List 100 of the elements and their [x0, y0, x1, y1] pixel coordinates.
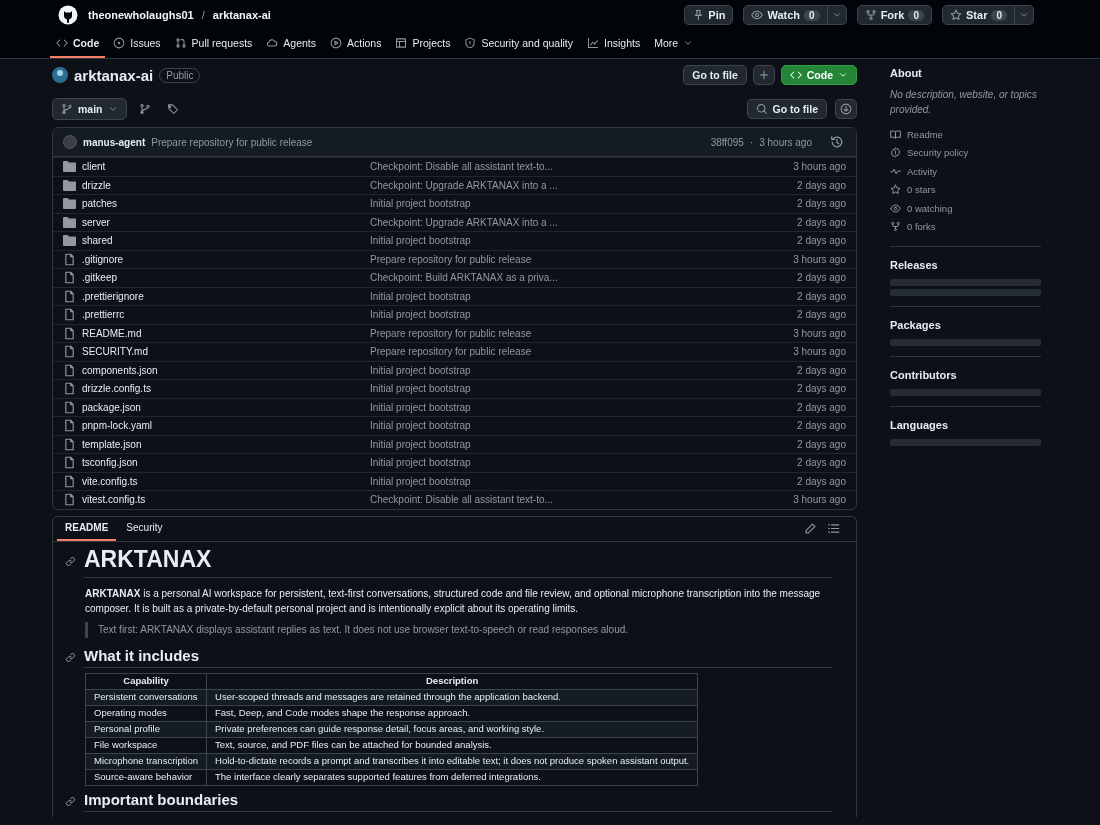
commit-message[interactable]: Initial project bootstrap [370, 420, 792, 432]
commit-message[interactable]: Initial project bootstrap [370, 475, 792, 487]
code-button[interactable]: Code [780, 65, 857, 85]
add-file-button[interactable] [752, 65, 775, 85]
section-heading[interactable]: Contributors [890, 369, 1041, 381]
branch-icon [61, 103, 73, 115]
commit-message[interactable]: Initial project bootstrap [370, 290, 792, 302]
section-heading[interactable]: Releases [890, 259, 1041, 271]
column-header: Description [206, 673, 698, 689]
commit-message[interactable]: Initial project bootstrap [370, 457, 792, 469]
repo-tab[interactable]: Code [50, 30, 106, 58]
commit-time: 3 hours ago [793, 494, 846, 506]
commit-message[interactable]: Checkpoint: Disable all assistant text-to... [370, 161, 788, 173]
file-name[interactable]: drizzle [82, 179, 364, 191]
download-button[interactable] [835, 99, 857, 119]
commit-message[interactable]: Initial project bootstrap [370, 438, 792, 450]
file-name[interactable]: vitest.config.ts [82, 494, 364, 506]
file-name[interactable]: vite.config.ts [82, 475, 364, 487]
section-heading[interactable]: Packages [890, 319, 1041, 331]
about-link[interactable]: Security policy [907, 147, 969, 159]
graph-icon [587, 37, 600, 49]
commit-message[interactable]: Checkpoint: Build ARKTANAX as a priva... [370, 272, 792, 284]
owner-link[interactable]: theonewholaughs01 [88, 9, 194, 21]
about-heading: About [890, 67, 923, 79]
commit-time: 3 hours ago [793, 161, 846, 173]
repo-action-button[interactable]: Star 0 [942, 5, 1015, 25]
commit-message[interactable]: Prepare repository for public release [370, 327, 788, 339]
file-name[interactable]: tsconfig.json [82, 457, 364, 469]
file-name[interactable]: package.json [82, 401, 364, 413]
repo-tab[interactable]: Insights [581, 30, 647, 58]
repo-tab[interactable]: More [648, 30, 700, 58]
file-name[interactable]: drizzle.config.ts [82, 383, 364, 395]
repo-tab[interactable]: Projects [389, 30, 457, 58]
file-name[interactable]: template.json [82, 438, 364, 450]
file-icon [63, 326, 76, 340]
commit-message[interactable]: Initial project bootstrap [370, 198, 792, 210]
about-link[interactable]: 0 watching [907, 202, 953, 214]
commit-message[interactable]: Prepare repository for public release [370, 253, 788, 265]
commit-message[interactable]: Initial project bootstrap [370, 235, 792, 247]
code-icon [56, 37, 68, 49]
commit-message[interactable]: Initial project bootstrap [370, 383, 792, 395]
about-link[interactable]: 0 forks [907, 221, 936, 233]
file-name[interactable]: components.json [82, 364, 364, 376]
file-name[interactable]: README.md [82, 327, 364, 339]
commit-sha[interactable]: 38ff095 [710, 136, 744, 148]
commit-message[interactable]: Initial project bootstrap [370, 309, 792, 321]
commit-message[interactable]: Checkpoint: Upgrade ARKTANAX into a ... [370, 179, 792, 191]
repo-action-button[interactable]: Pin [684, 5, 734, 25]
note-quote: Text first: ARKTANAX displays assistant replies as text. It does not use browser text-to-speech or read responses aloud. [85, 621, 832, 638]
link-icon [65, 651, 76, 663]
file-name[interactable]: server [82, 216, 364, 228]
go-to-file-button[interactable]: Go to file [683, 65, 747, 85]
about-link[interactable]: 0 stars [907, 184, 936, 196]
commit-time: 3 hours ago [793, 253, 846, 265]
commit-time: 2 days ago [797, 309, 846, 321]
folder-icon [63, 235, 76, 247]
repo-tab[interactable]: Issues [107, 30, 167, 58]
file-name[interactable]: .prettierrc [82, 309, 364, 321]
file-name[interactable]: .gitignore [82, 253, 364, 265]
commit-message[interactable]: Checkpoint: Upgrade ARKTANAX into a ... [370, 216, 792, 228]
table-cell: Text, source, and PDF files can be attached for bounded analysis. [206, 737, 698, 753]
branch-selector[interactable]: main [52, 98, 127, 120]
repo-tab[interactable]: Security and quality [458, 30, 580, 58]
commit-message[interactable]: Initial project bootstrap [370, 401, 792, 413]
commit-time: 2 days ago [797, 179, 846, 191]
count-badge: 0 [804, 9, 820, 21]
section-heading[interactable]: Languages [890, 419, 1041, 431]
commit-time: 2 days ago [797, 438, 846, 450]
go-to-file-search[interactable]: Go to file [746, 99, 827, 119]
repo-tab[interactable]: Pull requests [168, 30, 259, 58]
commit-message[interactable]: Prepare repository for public release [370, 346, 788, 358]
repo-tab[interactable]: Agents [260, 30, 322, 58]
folder-icon [63, 161, 76, 173]
file-name[interactable]: pnpm-lock.yaml [82, 420, 364, 432]
file-name[interactable]: patches [82, 198, 364, 210]
commit-message[interactable]: Initial project bootstrap [370, 364, 792, 376]
readme-tab[interactable]: README [57, 516, 117, 541]
readme-tab[interactable]: Security [118, 516, 171, 541]
about-link[interactable]: Readme [907, 128, 943, 140]
logo-icon[interactable] [58, 5, 78, 25]
branch-icon [138, 103, 151, 115]
cloud-icon [266, 37, 279, 49]
commit-message[interactable]: Checkpoint: Disable all assistant text-to... [370, 494, 788, 506]
repo-tab[interactable]: Actions [324, 30, 388, 58]
file-icon [63, 308, 76, 322]
commit-author[interactable]: manus-agent [83, 136, 146, 148]
repo-action-button[interactable]: Watch 0 [743, 5, 828, 25]
pull-request-icon [174, 37, 187, 49]
file-name[interactable]: shared [82, 235, 364, 247]
file-name[interactable]: client [82, 161, 364, 173]
file-name[interactable]: .gitkeep [82, 272, 364, 284]
commit-message[interactable]: Prepare repository for public release [151, 136, 313, 148]
file-name[interactable]: .prettierignore [82, 290, 364, 302]
about-link[interactable]: Activity [907, 165, 938, 177]
commit-time: 2 days ago [797, 420, 846, 432]
star-icon [950, 9, 963, 21]
file-name[interactable]: SECURITY.md [82, 346, 364, 358]
repo-action-button[interactable]: Fork 0 [856, 5, 933, 25]
repo-name[interactable]: arktanax-ai [74, 66, 154, 84]
repo-link[interactable]: arktanax-ai [212, 9, 271, 21]
